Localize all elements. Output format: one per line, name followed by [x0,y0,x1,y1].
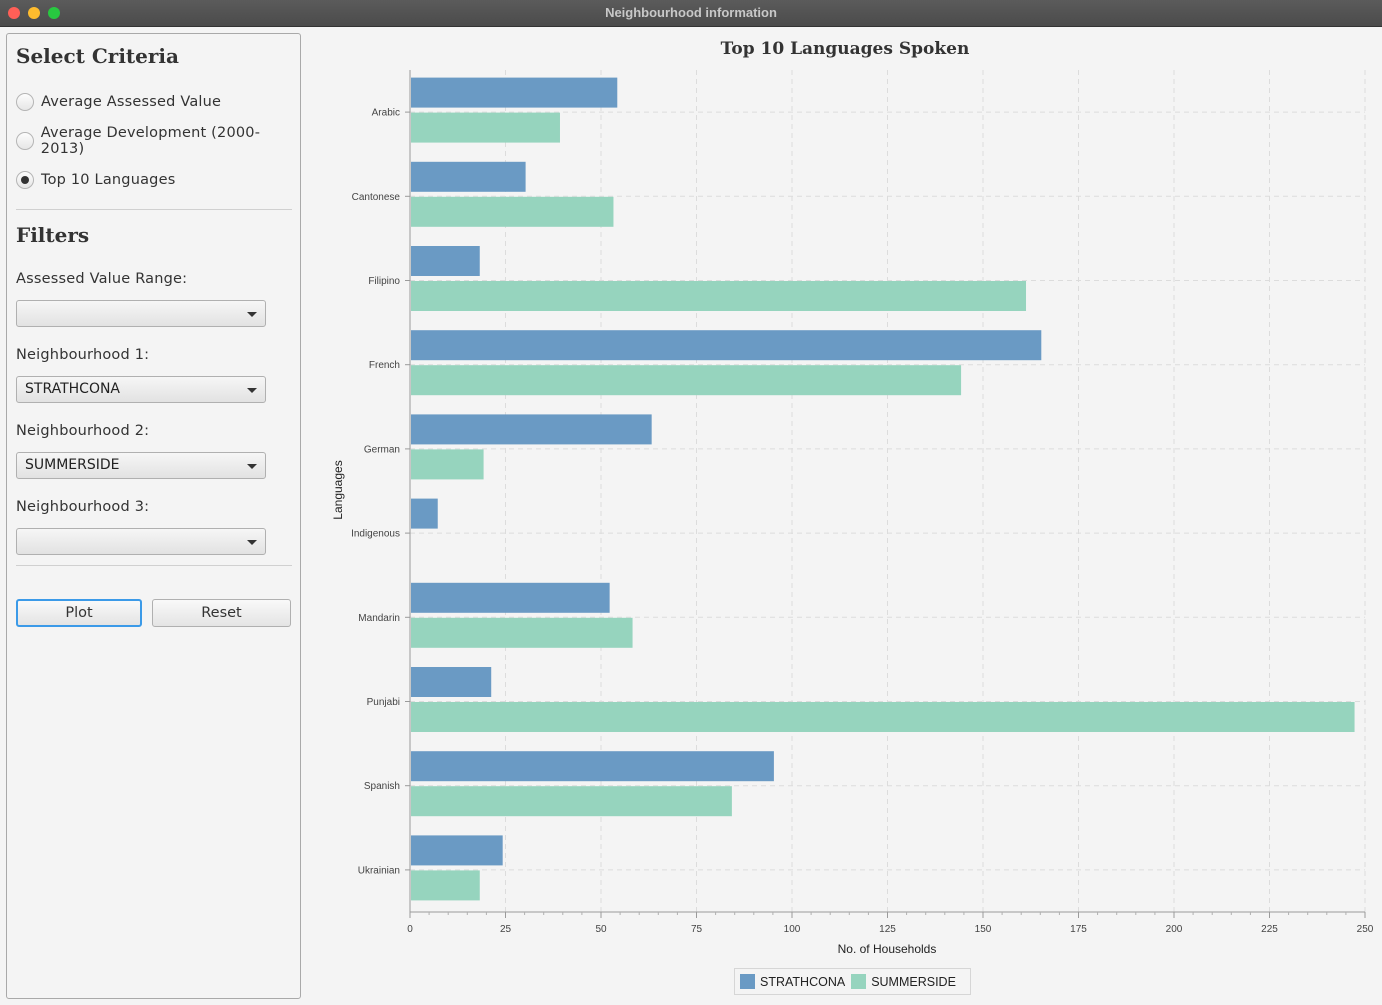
x-tick-label: 75 [691,924,703,935]
dropdown-value: STRATHCONA [25,381,121,397]
x-tick-label: 225 [1261,924,1278,935]
assessed-value-range-label: Assessed Value Range: [16,271,188,287]
bars [411,77,1355,901]
neighbourhood-1-label: Neighbourhood 1: [16,347,150,363]
radio-average-development[interactable]: Average Development (2000-2013) [16,125,300,157]
bar-strathcona-mandarin [411,582,610,613]
neighbourhood-1-dropdown[interactable]: STRATHCONA [16,376,266,403]
x-tick-label: 175 [1070,924,1087,935]
bar-strathcona-cantonese [411,161,526,192]
x-tick-label: 25 [500,924,512,935]
plot-button[interactable]: Plot [16,599,142,627]
y-tick-label: Punjabi [367,697,400,708]
neighbourhood-2-label: Neighbourhood 2: [16,423,150,439]
bar-summerside-ukrainian [411,870,480,901]
bar-strathcona-punjabi [411,667,492,697]
legend-item-strathcona: STRATHCONA [740,974,845,989]
radio-label: Average Assessed Value [41,94,222,110]
x-tick-label: 250 [1357,924,1374,935]
y-tick-label: Filipino [368,276,400,287]
y-tick-label: Spanish [364,781,400,792]
chevron-down-icon [247,312,257,317]
chevron-down-icon [247,464,257,469]
radio-button-indicator[interactable] [16,93,34,111]
bar-strathcona-arabic [411,77,618,108]
bar-summerside-spanish [411,786,732,817]
neighbourhood-3-label: Neighbourhood 3: [16,499,150,515]
y-tick-label: French [369,360,400,371]
filters-heading: Filters [16,223,90,247]
y-tick-label: Arabic [372,108,400,119]
criteria-panel: Select Criteria Average Assessed Value A… [6,33,301,999]
legend-swatch [851,974,867,989]
x-tick-label: 0 [407,924,413,935]
radio-button-indicator[interactable] [16,171,34,189]
bar-strathcona-indigenous [411,498,438,529]
bar-summerside-mandarin [411,617,633,648]
radio-average-assessed-value[interactable]: Average Assessed Value [16,91,221,113]
x-tick-label: 200 [1166,924,1183,935]
legend-label: STRATHCONA [760,974,846,989]
x-axis-label: No. of Households [838,942,937,956]
bar-chart: Top 10 Languages Spoken 0 25 50 75 100 125 150… [331,39,1374,956]
bar-summerside-french [411,365,962,396]
bar-strathcona-ukrainian [411,835,503,866]
y-axis-label: Languages [331,460,345,519]
radio-label: Average Development (2000-2013) [40,125,261,157]
y-tick-label: Indigenous [351,529,400,540]
chevron-down-icon [247,540,257,545]
x-tick-label: 100 [784,924,801,935]
radio-top-10-languages[interactable]: Top 10 Languages [16,169,175,191]
chevron-down-icon [247,388,257,393]
divider [16,565,292,566]
radio-button-indicator[interactable] [16,132,34,150]
x-tick-label: 50 [595,924,607,935]
bar-summerside-cantonese [411,196,614,227]
reset-button[interactable]: Reset [152,599,291,627]
legend-swatch [740,974,755,989]
legend-item-summerside: SUMMERSIDE [851,974,956,989]
divider [16,209,292,210]
dropdown-value: SUMMERSIDE [25,457,120,473]
y-tick-label: Ukrainian [358,865,400,876]
legend-label: SUMMERSIDE [871,974,956,989]
bar-summerside-filipino [411,281,1027,311]
bar-strathcona-french [411,330,1042,361]
select-criteria-heading: Select Criteria [16,44,179,68]
radio-label: Top 10 Languages [41,172,176,188]
title-bar: Neighbourhood information [0,0,1382,27]
bar-summerside-german [411,449,484,480]
chart-title: Top 10 Languages Spoken [721,39,970,59]
bar-summerside-arabic [411,112,560,143]
bar-strathcona-filipino [411,246,480,276]
y-tick-label: Cantonese [352,192,401,203]
bar-strathcona-spanish [411,751,774,782]
x-tick-label: 150 [975,924,992,935]
neighbourhood-3-dropdown[interactable] [16,528,266,555]
y-tick-label: Mandarin [358,613,400,624]
neighbourhood-2-dropdown[interactable]: SUMMERSIDE [16,452,266,479]
y-tick-label: German [364,444,400,455]
bar-summerside-punjabi [411,702,1355,732]
bar-strathcona-german [411,414,652,445]
window-title: Neighbourhood information [605,5,777,20]
x-tick-label: 125 [879,924,896,935]
chart-legend: STRATHCONA SUMMERSIDE [734,968,971,995]
assessed-value-range-dropdown[interactable] [16,300,266,327]
grid-lines [410,70,1366,912]
